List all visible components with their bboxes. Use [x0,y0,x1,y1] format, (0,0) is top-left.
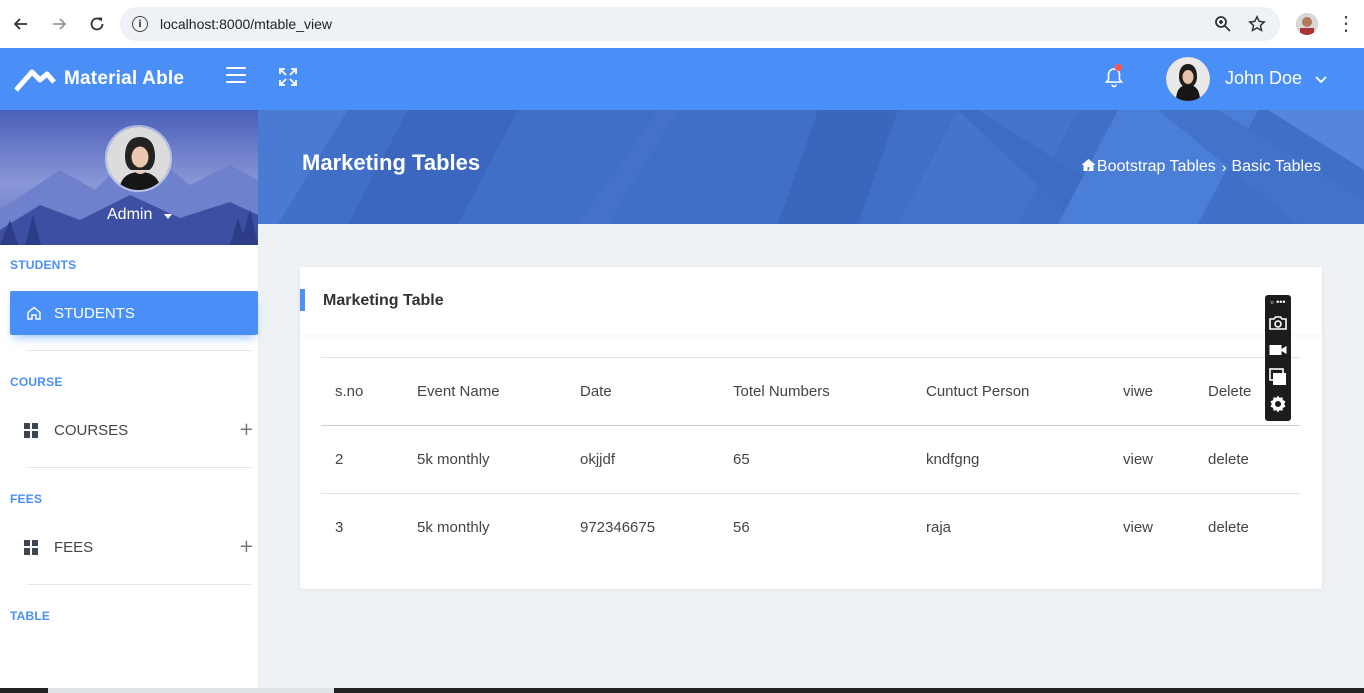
grid-icon [24,422,39,438]
user-avatar[interactable] [1166,57,1210,101]
table-row: 3 5k monthly 972346675 56 raja view dele… [321,494,1300,562]
toolbar-drag-handle[interactable]: ▫ ••• [1265,297,1291,307]
browser-toolbar: i localhost:8000/mtable_view ⋮ [0,0,1364,48]
cell-total-numbers: 56 [733,519,750,537]
taskbar-strip [0,688,1364,693]
browser-menu-icon[interactable]: ⋮ [1336,12,1356,36]
home-icon [27,306,41,320]
cell-event-name: 5k monthly [417,519,490,537]
app-header: Material Able John Doe [0,48,1364,110]
sidebar-item-courses[interactable]: COURSES + [24,415,254,445]
cell-contact-person: raja [926,519,952,537]
sidebar-divider [27,584,251,585]
brand-logo[interactable]: Material Able [14,64,184,94]
cell-sno: 3 [335,519,344,537]
column-header: s.no [335,383,364,400]
expand-plus-icon[interactable]: + [239,536,254,557]
menu-toggle-icon[interactable] [226,67,246,87]
sidebar-item-fees[interactable]: FEES + [24,532,254,562]
page-header-banner: Marketing Tables › Bootstrap Tables › Ba… [258,110,1364,224]
caret-down-icon[interactable] [164,214,172,219]
table-row: 2 5k monthly okjjdf 65 kndfgng view dele… [321,426,1300,494]
expand-plus-icon[interactable]: + [239,419,254,440]
breadcrumb: › Bootstrap Tables › Basic Tables [1081,158,1321,176]
section-label-students: STUDENTS [10,258,77,272]
view-link[interactable]: view [1109,426,1194,494]
sidebar-item-students[interactable]: STUDENTS [10,291,258,335]
sidebar-item-label: FEES [54,538,94,556]
camera-icon[interactable] [1268,313,1288,333]
breadcrumb-separator: › [1221,159,1227,175]
sidebar-item-label: STUDENTS [54,304,135,322]
card-title: Marketing Table [323,292,444,309]
notification-dot [1115,64,1122,71]
admin-avatar[interactable] [105,125,172,192]
forward-arrow-icon [53,18,67,30]
column-header: Totel Numbers [733,383,830,400]
cell-contact-person: kndfgng [926,451,980,468]
cell-date: okjjdf [580,451,616,468]
section-label-fees: FEES [10,492,43,506]
cell-date: 972346675 [580,519,656,537]
section-label-course: COURSE [10,375,63,389]
taskbar-segment [48,688,334,693]
address-bar[interactable]: i localhost:8000/mtable_view [120,7,1280,41]
back-arrow-icon [13,18,27,30]
card-header: Marketing Table [300,267,1322,334]
column-header: Event Name [417,383,500,400]
sidebar: Admin STUDENTS STUDENTS COURSE COURSES +… [0,110,258,693]
admin-name[interactable]: Admin [107,206,152,224]
column-header: viwe [1123,383,1154,400]
breadcrumb-link-bootstrap-tables[interactable]: Bootstrap Tables [1097,158,1216,176]
page-title: Marketing Tables [302,150,481,175]
bookmark-star-icon[interactable] [1248,15,1266,33]
card-accent-bar [300,289,305,311]
user-name[interactable]: John Doe [1225,68,1302,89]
back-button[interactable] [3,6,39,42]
browser-profile-avatar[interactable] [1296,13,1318,35]
sidebar-divider [27,467,251,468]
brand-logo-icon [14,69,56,92]
view-link[interactable]: view [1109,494,1194,562]
video-icon[interactable] [1268,340,1288,360]
breadcrumb-home-icon[interactable] [1081,158,1096,172]
settings-icon[interactable] [1268,394,1288,414]
marketing-table-card: Marketing Table s.no Event Name Date Tot… [300,267,1322,589]
sidebar-divider [27,350,251,351]
site-info-icon[interactable]: i [132,16,148,32]
windows-icon[interactable] [1268,367,1288,387]
floating-capture-toolbar: ▫ ••• [1265,295,1291,421]
url-text[interactable]: localhost:8000/mtable_view [160,16,332,32]
section-label-table: TABLE [10,609,51,623]
zoom-icon[interactable] [1214,15,1232,33]
forward-button[interactable] [41,6,77,42]
grid-icon [24,539,39,555]
sidebar-item-label: COURSES [54,421,129,439]
breadcrumb-link-basic-tables[interactable]: Basic Tables [1231,158,1321,176]
chevron-down-icon[interactable] [1314,72,1328,86]
sidebar-profile-card: Admin [0,110,258,245]
table-header-row: s.no Event Name Date Totel Numbers Cuntu… [321,357,1300,426]
cell-sno: 2 [335,451,344,468]
column-header: Date [580,383,612,400]
reload-icon [90,17,104,31]
column-header: Cuntuct Person [926,383,1030,400]
delete-link[interactable]: delete [1194,426,1300,494]
reload-button[interactable] [79,6,115,42]
brand-name: Material Able [64,68,185,89]
fullscreen-icon[interactable] [277,66,299,88]
delete-link[interactable]: delete [1194,494,1300,562]
cell-total-numbers: 65 [733,451,750,468]
cell-event-name: 5k monthly [417,451,490,468]
marketing-table: s.no Event Name Date Totel Numbers Cuntu… [321,357,1300,562]
